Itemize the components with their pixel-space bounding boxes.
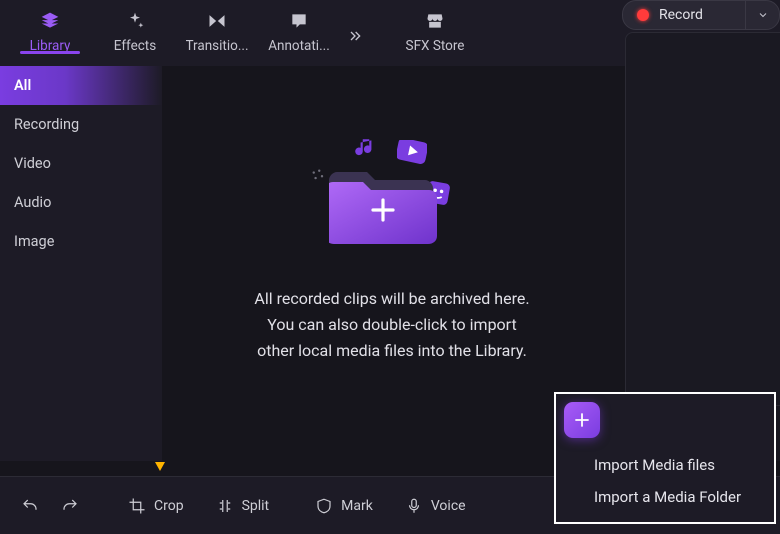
sidebar-item-label: All [14,77,31,94]
tab-label: Effects [114,38,156,54]
toolbar-label: Split [242,498,270,514]
mark-button[interactable]: Mark [299,477,389,534]
import-opt-label: Import a Media Folder [594,488,741,506]
tab-effects[interactable]: Effects [94,0,176,54]
import-popover: Import Media files Import a Media Folder [554,392,776,524]
import-plus-button[interactable] [564,402,600,438]
library-content[interactable]: All recorded clips will be archived here… [162,66,622,461]
sidebar-item-all[interactable]: All [0,66,162,105]
plus-icon [573,411,591,429]
record-dot-icon [637,9,649,21]
sparkle-icon [124,10,146,32]
record-button[interactable]: Record [622,0,780,30]
top-tabs: Library Effects Transitio... Annotati... [0,0,500,66]
toolbar-label: Crop [154,498,184,514]
tab-label: Transitio... [186,38,249,54]
crop-button[interactable]: Crop [112,477,200,534]
undo-icon [21,497,39,515]
tab-library[interactable]: Library [6,0,94,54]
microphone-icon [405,497,423,515]
sidebar-item-video[interactable]: Video [0,144,162,183]
tabs-overflow-button[interactable] [340,0,370,44]
sidebar-item-label: Audio [14,194,51,211]
tab-annotations[interactable]: Annotati... [258,0,340,54]
record-label: Record [659,7,703,23]
undo-button[interactable] [10,477,50,534]
split-icon [216,497,234,515]
shield-icon [315,497,333,515]
tab-label: SFX Store [406,38,465,54]
annotation-icon [288,10,310,32]
tab-label: Library [30,38,71,54]
sidebar-item-image[interactable]: Image [0,222,162,261]
redo-icon [61,497,79,515]
storefront-icon [424,10,446,32]
toolbar-label: Mark [341,498,373,514]
chevron-double-right-icon [347,28,363,44]
split-button[interactable]: Split [200,477,286,534]
record-dropdown[interactable] [745,1,779,29]
redo-button[interactable] [50,477,90,534]
empty-line: You can also double-click to import [254,312,529,338]
sidebar-item-recording[interactable]: Recording [0,105,162,144]
empty-line: All recorded clips will be archived here… [254,286,529,312]
music-note-icon [353,136,379,162]
library-sidebar: All Recording Video Audio Image [0,66,162,461]
import-media-files[interactable]: Import Media files [594,456,758,474]
sidebar-item-audio[interactable]: Audio [0,183,162,222]
transition-icon [206,10,228,32]
tab-sfx-store[interactable]: SFX Store [370,0,500,54]
import-options: Import Media files Import a Media Folder [556,456,774,512]
chevron-down-icon [757,9,769,21]
import-media-folder[interactable]: Import a Media Folder [594,488,758,506]
folder-plus-icon [329,160,439,244]
empty-state-text: All recorded clips will be archived here… [254,286,529,364]
tab-transitions[interactable]: Transitio... [176,0,258,54]
stack-icon [39,10,61,32]
tab-label: Annotati... [268,38,330,54]
import-opt-label: Import Media files [594,456,715,474]
toolbar-label: Voice [431,498,466,514]
crop-icon [128,497,146,515]
voice-button[interactable]: Voice [389,477,482,534]
empty-state-art [317,146,467,256]
empty-line: other local media files into the Library… [254,338,529,364]
sidebar-item-label: Image [14,233,54,250]
sidebar-item-label: Video [14,155,51,172]
playhead-marker [155,462,165,471]
sidebar-item-label: Recording [14,116,79,133]
